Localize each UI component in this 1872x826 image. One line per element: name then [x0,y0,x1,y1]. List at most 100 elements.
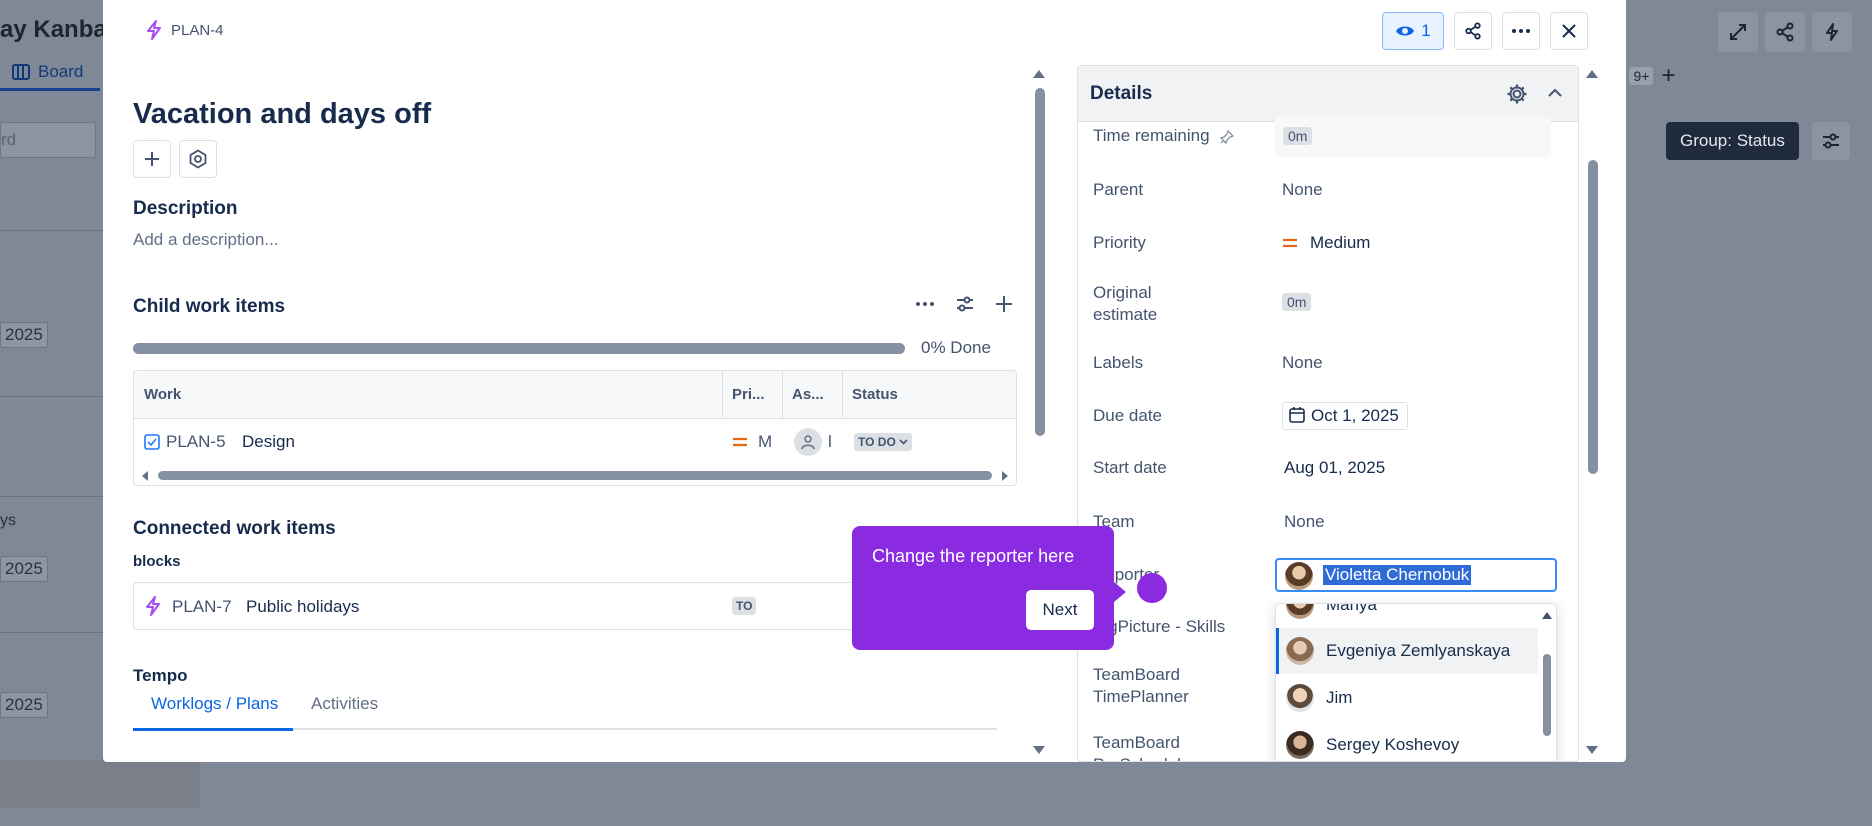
child-key[interactable]: PLAN-5 [166,432,226,452]
start-date-value[interactable]: Aug 01, 2025 [1284,458,1385,478]
user-option[interactable]: Mariya [1276,604,1538,628]
description-input[interactable]: Add a description... [133,230,279,250]
table-row[interactable]: PLAN-5 Design M l TO DO [134,419,1016,465]
epic-lightning-icon [146,596,160,616]
tab-worklogs[interactable]: Worklogs / Plans [151,694,278,714]
child-assignee: l [828,432,832,451]
group-by-button[interactable]: Group: Status [1666,122,1799,160]
progress-bar [133,343,905,354]
more-actions-button[interactable] [1502,12,1540,50]
table-header: Work Pri... As... Status [134,371,1016,419]
active-tab-underline [133,728,293,731]
plus-icon [145,152,159,166]
field-label-time-remaining: Time remaining [1093,126,1235,146]
plus-icon[interactable] [995,295,1013,313]
more-count-badge[interactable]: 9+ [1629,67,1654,85]
priority-medium-icon [1283,238,1297,248]
sliders-icon[interactable] [955,294,975,314]
reporter-value[interactable]: Violetta Chernobuk [1323,565,1472,585]
board-icon [12,64,30,80]
watch-button[interactable]: 1 [1382,12,1444,50]
board-tab-label: Board [38,62,84,81]
issue-title[interactable]: Vacation and days off [133,98,431,131]
description-heading: Description [133,198,238,219]
field-label-teamboard-timeplanner: TeamBoard TimePlanner [1093,665,1189,706]
col-work[interactable]: Work [144,386,181,403]
priority-medium-icon [733,437,747,447]
child-status: TO DO [858,435,896,449]
child-summary[interactable]: Design [242,432,295,452]
add-button[interactable] [133,140,171,178]
user-avatar [1286,731,1314,759]
user-option[interactable]: Sergey Koshevoy [1276,722,1538,761]
linked-summary[interactable]: Public holidays [246,597,359,617]
progress-label: 0% Done [921,338,991,357]
user-option-name: Sergey Koshevoy [1326,735,1460,754]
field-label-due-date: Due date [1093,406,1162,425]
scroll-down-icon[interactable] [1585,744,1599,756]
board-search[interactable]: rd [0,122,96,158]
table-horizontal-scrollbar[interactable] [158,471,992,480]
child-status-dropdown[interactable]: TO DO [854,433,912,451]
automation-button[interactable] [1812,12,1852,52]
close-button[interactable] [1550,12,1588,50]
dropdown-scrollbar[interactable] [1543,654,1551,736]
chevron-up-icon[interactable] [1548,88,1562,98]
epic-lightning-icon [147,20,161,40]
bg-share-button[interactable] [1765,12,1805,52]
issue-key-breadcrumb[interactable]: PLAN-4 [145,20,224,40]
more-horizontal-icon[interactable] [915,301,935,307]
board-search-text: rd [1,130,17,149]
reporter-input[interactable]: Violetta Chernobuk [1275,558,1557,592]
details-header[interactable]: Details [1078,66,1578,122]
priority-field[interactable]: Medium [1282,233,1370,253]
tab-activities[interactable]: Activities [311,694,378,714]
due-date-field[interactable]: Oct 1, 2025 [1282,402,1408,430]
user-option[interactable]: Jim [1276,675,1538,721]
issue-key: PLAN-4 [171,21,224,39]
tooltip-next-button[interactable]: Next [1026,590,1094,630]
details-heading: Details [1090,83,1153,104]
issue-main-content: Vacation and days off Description Add a … [131,62,1031,762]
team-value[interactable]: None [1284,512,1325,532]
gear-icon[interactable] [1506,83,1528,105]
expand-button[interactable] [1718,12,1758,52]
scroll-up-icon[interactable] [1541,610,1553,620]
share-icon [1465,22,1481,40]
details-panel: Details Time remaining 0m Parent None Pr… [1077,65,1579,762]
time-remaining-field[interactable]: 0m [1275,117,1551,157]
board-settings-button[interactable] [1812,122,1850,160]
labels-value[interactable]: None [1282,353,1323,373]
user-option[interactable]: Evgeniya Zemlyanskaya [1276,628,1538,674]
apps-button[interactable] [179,140,217,178]
linked-key[interactable]: PLAN-7 [172,597,232,617]
issue-modal: PLAN-4 1 Vacation and days off Descripti… [103,0,1626,762]
col-status[interactable]: Status [852,386,898,403]
field-label-teamboard-proscheduler: TeamBoard ProScheduler [1093,733,1196,761]
scroll-left-icon[interactable] [140,470,150,482]
col-assignee[interactable]: As... [792,386,824,403]
original-estimate-value[interactable]: 0m [1282,293,1312,311]
scroll-up-icon[interactable] [1032,68,1046,80]
date-chip: 2025 [0,322,48,348]
pin-icon[interactable] [1220,129,1235,144]
parent-value[interactable]: None [1282,180,1323,200]
task-checkbox-icon [144,434,160,450]
scroll-down-icon[interactable] [1032,744,1046,756]
priority-value: Medium [1310,233,1371,252]
unassigned-avatar-icon[interactable] [794,428,822,456]
eye-icon [1396,26,1415,36]
details-vertical-scrollbar[interactable] [1588,160,1598,474]
scroll-up-icon[interactable] [1585,68,1599,80]
share-button[interactable] [1454,12,1492,50]
hexagon-gear-icon [189,149,207,169]
main-vertical-scrollbar[interactable] [1035,88,1045,436]
board-tab[interactable]: Board [12,62,83,82]
add-tab-icon[interactable]: + [1661,62,1675,90]
chevron-down-icon [899,439,908,445]
sliders-icon [1823,133,1839,149]
tooltip-beacon[interactable] [1137,573,1167,603]
linked-status[interactable]: TO [732,597,757,615]
col-priority[interactable]: Pri... [732,386,765,403]
scroll-right-icon[interactable] [1000,470,1010,482]
